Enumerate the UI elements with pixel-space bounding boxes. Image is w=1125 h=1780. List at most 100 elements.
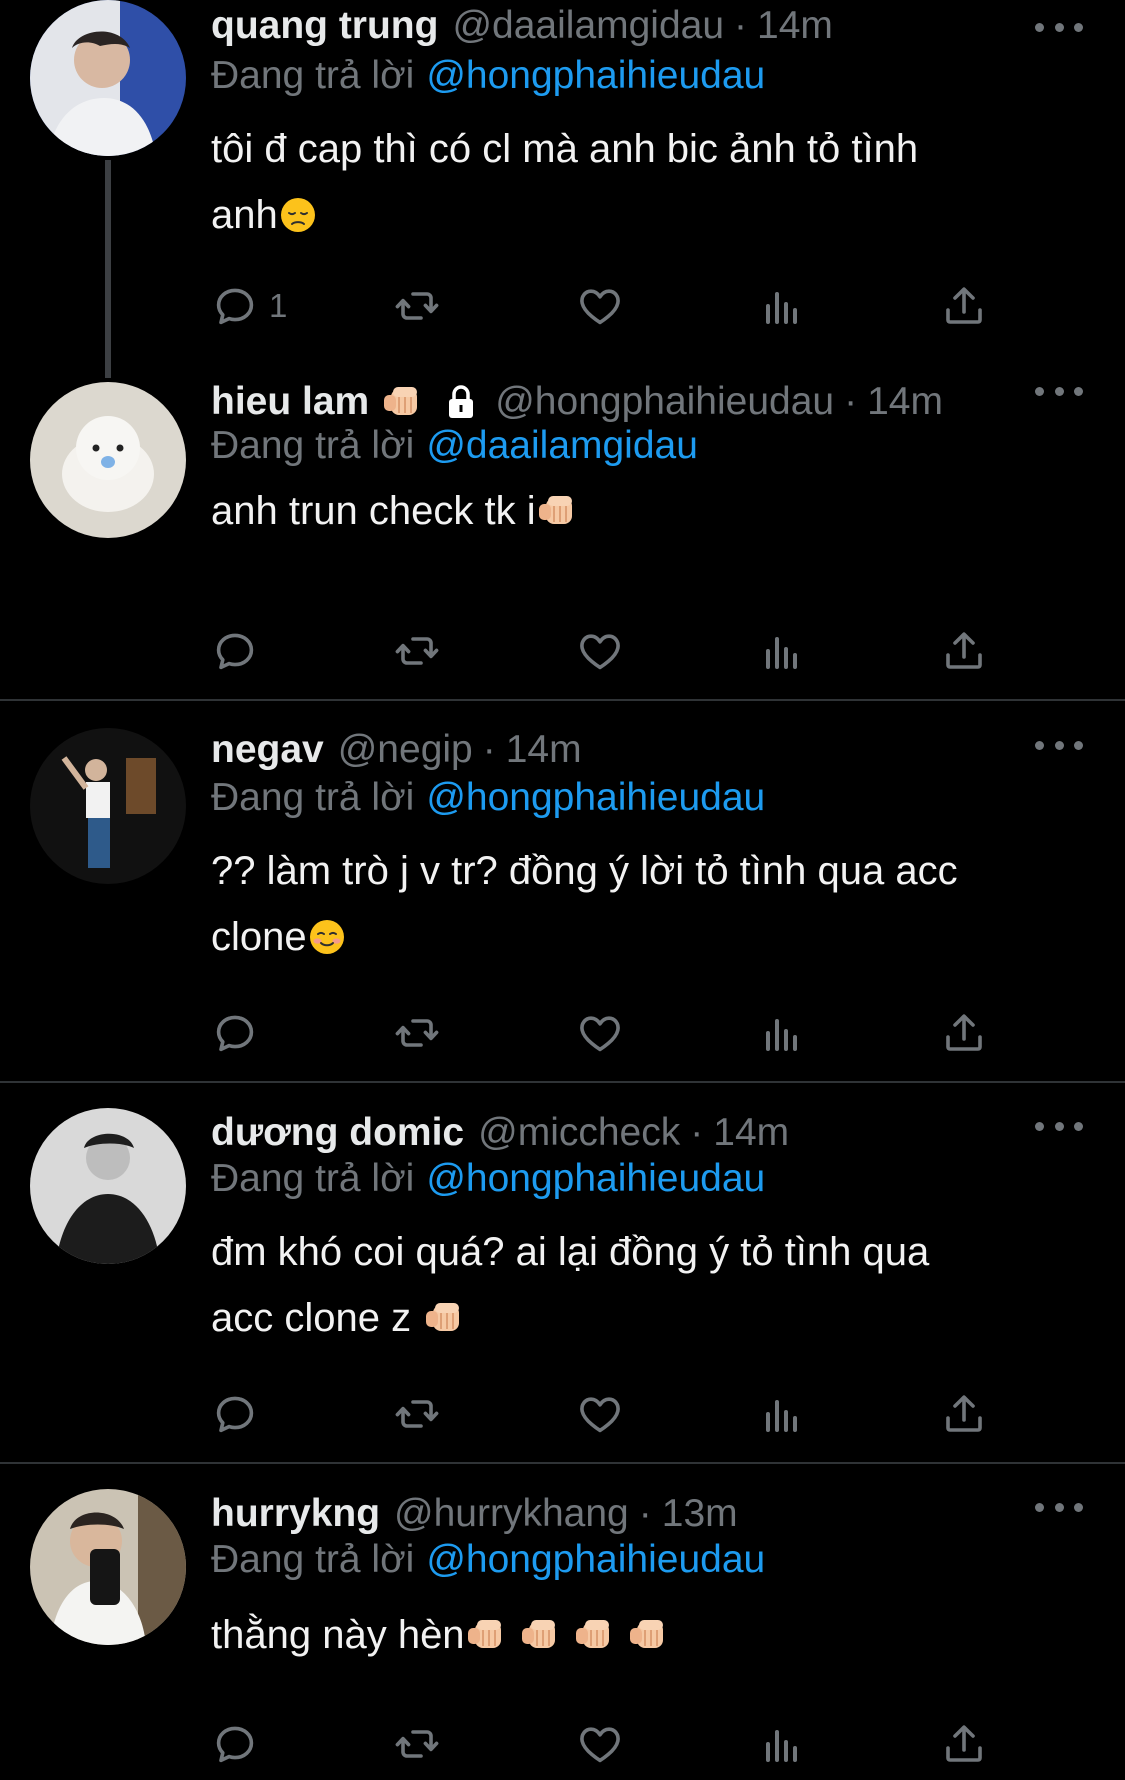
username[interactable]: @daailamgidau [452, 4, 724, 48]
tweet-text: đm khó coi quá? ai lại đồng ý tỏ tình qu… [211, 1219, 1051, 1351]
display-name[interactable]: hieu lam [211, 380, 369, 424]
retweet-button[interactable] [393, 625, 441, 677]
text-line-2: anh [211, 193, 278, 237]
avatar[interactable] [30, 0, 186, 156]
tweet-header: dương domic @miccheck · 14m [211, 1105, 789, 1161]
smiling-face-icon [307, 918, 347, 956]
tweet-text: tôi đ cap thì có cl mà anh bic ảnh tỏ tì… [211, 116, 1051, 248]
tweet-header: hurrykng @hurrykhang · 13m [211, 1486, 738, 1542]
reply-mention[interactable]: @hongphaihieudau [426, 776, 765, 819]
share-button[interactable] [940, 1007, 988, 1059]
views-button[interactable] [758, 280, 806, 332]
text-line-1: anh trun check tk i [211, 489, 536, 533]
text-line-2: acc clone z [211, 1296, 412, 1340]
avatar[interactable] [30, 1489, 186, 1645]
timestamp[interactable]: 14m [506, 728, 582, 772]
reply-mention[interactable]: @hongphaihieudau [426, 54, 765, 97]
more-icon[interactable] [1035, 1109, 1083, 1143]
views-button[interactable] [758, 1007, 806, 1059]
action-bar [211, 1007, 1011, 1059]
retweet-button[interactable] [393, 280, 441, 332]
display-name[interactable]: dương domic [211, 1111, 464, 1155]
more-icon[interactable] [1035, 10, 1083, 44]
tweet-header: hieu lam @hongphaihieudau · 14m [211, 374, 943, 430]
retweet-icon [393, 282, 441, 330]
oncoming-fist-icon [381, 383, 421, 421]
like-icon [576, 1720, 624, 1768]
username[interactable]: @miccheck [478, 1111, 680, 1155]
views-button[interactable] [758, 1718, 806, 1770]
share-button[interactable] [940, 625, 988, 677]
replying-to: Đang trả lời @hongphaihieudau [211, 1157, 765, 1201]
reply-icon [211, 1390, 259, 1438]
share-button[interactable] [940, 280, 988, 332]
avatar[interactable] [30, 728, 186, 884]
avatar[interactable] [30, 1108, 186, 1264]
tweet-text: anh trun check tk i [211, 478, 1051, 544]
thread-line [105, 160, 111, 378]
action-bar [211, 625, 1011, 677]
share-button[interactable] [940, 1388, 988, 1440]
like-button[interactable] [576, 1388, 624, 1440]
reply-button[interactable] [211, 1007, 259, 1059]
more-icon[interactable] [1035, 1490, 1083, 1524]
like-button[interactable] [576, 1007, 624, 1059]
more-icon[interactable] [1035, 728, 1083, 762]
like-button[interactable] [576, 280, 624, 332]
display-name[interactable]: hurrykng [211, 1492, 380, 1536]
text-line-1: thằng này hèn [211, 1613, 465, 1657]
oncoming-fist-icon [423, 1299, 463, 1337]
replying-to: Đang trả lời @hongphaihieudau [211, 776, 765, 820]
divider [0, 699, 1125, 701]
reply-mention[interactable]: @daailamgidau [426, 424, 698, 467]
views-icon [758, 282, 806, 330]
reply-button[interactable] [211, 1388, 259, 1440]
replying-to: Đang trả lời @daailamgidau [211, 424, 698, 468]
retweet-icon [393, 1009, 441, 1057]
timestamp[interactable]: 14m [867, 380, 943, 424]
views-button[interactable] [758, 1388, 806, 1440]
share-button[interactable] [940, 1718, 988, 1770]
like-button[interactable] [576, 625, 624, 677]
retweet-icon [393, 627, 441, 675]
retweet-button[interactable] [393, 1007, 441, 1059]
reply-button[interactable] [211, 1718, 259, 1770]
views-icon [758, 1390, 806, 1438]
display-name[interactable]: negav [211, 728, 324, 772]
more-icon[interactable] [1035, 374, 1083, 408]
divider [0, 1462, 1125, 1464]
username[interactable]: @hurrykhang [394, 1492, 629, 1536]
retweet-button[interactable] [393, 1388, 441, 1440]
username[interactable]: @hongphaihieudau [495, 380, 834, 424]
text-line-2: clone [211, 915, 307, 959]
like-button[interactable] [576, 1718, 624, 1770]
display-name[interactable]: quang trung [211, 4, 438, 48]
tweet[interactable]: hurrykng @hurrykhang · 13m Đang trả lời @… [0, 1488, 1125, 1780]
disappointed-face-icon [278, 196, 318, 234]
oncoming-fist-icon [536, 492, 576, 530]
text-line: anh [211, 182, 1051, 248]
tweet[interactable]: quang trung @daailamgidau · 14m Đang trả… [0, 0, 1125, 378]
timestamp[interactable]: 14m [757, 4, 833, 48]
reply-icon [211, 1009, 259, 1057]
reply-mention[interactable]: @hongphaihieudau [426, 1538, 765, 1581]
tweet[interactable]: dương domic @miccheck · 14m Đang trả lời… [0, 1107, 1125, 1463]
username[interactable]: @negip [338, 728, 473, 772]
replying-label: Đang trả lời [211, 1157, 415, 1200]
oncoming-fist-icon [573, 1616, 613, 1654]
text-line: thằng này hèn [211, 1602, 1051, 1668]
tweet[interactable]: hieu lam @hongphaihieudau · 14m Đang trả… [0, 380, 1125, 698]
retweet-button[interactable] [393, 1718, 441, 1770]
share-icon [940, 1390, 988, 1438]
tweet[interactable]: negav @negip · 14m Đang trả lời @hongphai… [0, 726, 1125, 1080]
avatar[interactable] [30, 382, 186, 538]
separator: · [734, 4, 748, 47]
reply-mention[interactable]: @hongphaihieudau [426, 1157, 765, 1200]
timestamp[interactable]: 13m [662, 1492, 738, 1536]
views-button[interactable] [758, 625, 806, 677]
reply-button[interactable]: 1 [211, 280, 287, 332]
action-bar [211, 1718, 1011, 1770]
timestamp[interactable]: 14m [713, 1111, 789, 1155]
reply-button[interactable] [211, 625, 259, 677]
replying-label: Đang trả lời [211, 54, 415, 97]
